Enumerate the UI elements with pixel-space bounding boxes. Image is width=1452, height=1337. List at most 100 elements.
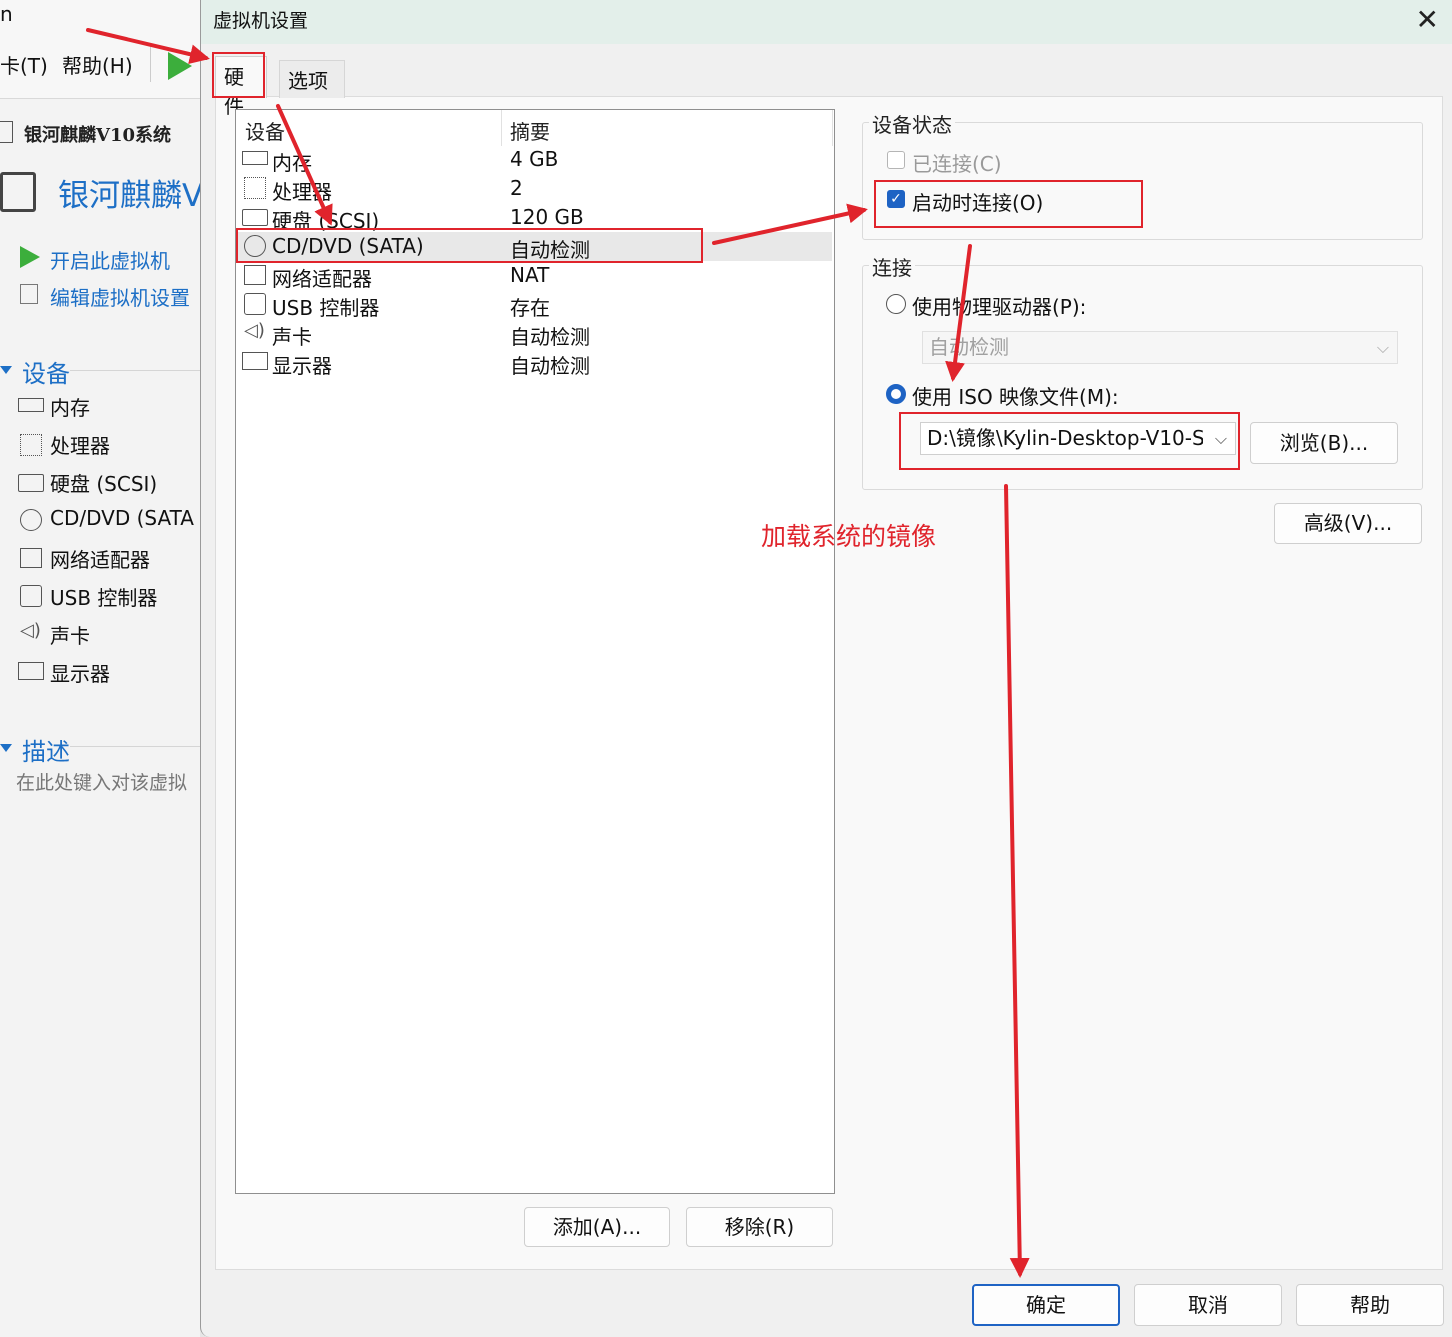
connected-label[interactable]: 已连接(C) (912, 148, 1002, 177)
device-row-sound[interactable]: ◁) 声卡 自动检测 (238, 319, 832, 349)
menu-item-help[interactable]: 帮助(H) (62, 50, 133, 79)
display-icon (18, 662, 44, 680)
device-summary: 自动检测 (510, 325, 590, 349)
vm-title: 银河麒麟V (58, 178, 200, 214)
device-summary: 自动检测 (510, 354, 590, 378)
device-summary: 120 GB (510, 205, 584, 229)
chevron-down-icon: ⌵ (1376, 338, 1389, 357)
network-adapter-icon (20, 548, 42, 568)
divider (70, 370, 200, 371)
network-adapter-icon (244, 265, 266, 285)
connect-at-power-on-label[interactable]: 启动时连接(O) (912, 187, 1043, 216)
harddisk-icon (242, 209, 268, 226)
start-vm-link[interactable]: 开启此虚拟机 (50, 245, 170, 274)
sound-card-icon: ◁) (20, 620, 41, 641)
device-row-network[interactable]: 网络适配器 NAT (238, 261, 832, 291)
memory-icon (18, 398, 44, 412)
usb-icon (244, 293, 266, 315)
annotation-text: 加载系统的镜像 (761, 522, 937, 551)
device-name: USB 控制器 (272, 296, 380, 320)
iso-image-radio[interactable] (886, 384, 906, 404)
device-row-processor[interactable]: 处理器 2 (238, 174, 832, 204)
sidebar-item-display[interactable]: 显示器 (50, 658, 110, 687)
sidebar-item-sound[interactable]: 声卡 (50, 620, 90, 649)
device-name: 硬盘 (SCSI) (272, 209, 380, 233)
physical-drive-radio[interactable] (886, 294, 906, 314)
toolbar-divider (150, 46, 151, 82)
device-summary: 自动检测 (510, 238, 590, 262)
device-summary: 4 GB (510, 147, 559, 171)
harddisk-icon (18, 474, 44, 492)
tab-hardware[interactable]: 硬件 (215, 56, 267, 118)
connect-at-power-on-checkbox[interactable]: ✓ (887, 190, 905, 208)
iso-path-combobox[interactable]: D:\镜像\Kylin-Desktop-V10-SP ⌵ (920, 422, 1236, 455)
sidebar-item-usb[interactable]: USB 控制器 (50, 582, 157, 611)
device-name: 显示器 (272, 354, 332, 378)
device-summary: 2 (510, 176, 523, 200)
device-row-cd-dvd[interactable]: CD/DVD (SATA) 自动检测 (238, 232, 832, 262)
iso-path-value[interactable]: D:\镜像\Kylin-Desktop-V10-SP (927, 423, 1203, 454)
column-header-device[interactable]: 设备 (245, 116, 285, 145)
description-placeholder[interactable]: 在此处键入对该虚拟 (16, 768, 187, 795)
start-vm-icon[interactable] (20, 246, 40, 268)
connected-checkbox[interactable] (887, 151, 905, 169)
help-button[interactable]: 帮助 (1296, 1284, 1444, 1326)
iso-image-label[interactable]: 使用 ISO 映像文件(M): (912, 381, 1119, 410)
menu-item-tabs[interactable]: 卡(T) (0, 50, 48, 79)
browse-button[interactable]: 浏览(B)... (1250, 422, 1398, 464)
device-summary: NAT (510, 263, 550, 287)
column-header-summary[interactable]: 摘要 (510, 116, 550, 145)
vm-tab-title[interactable]: 银河麒麟V10系统 (24, 121, 171, 147)
sidebar-item-network[interactable]: 网络适配器 (50, 544, 150, 573)
vm-settings-dialog: 虚拟机设置 ✕ 硬件 选项 设备 摘要 内存 4 GB 处理器 2 硬盘 (SC… (200, 0, 1452, 1337)
vm-large-icon (0, 172, 36, 212)
vm-tab-icon (0, 121, 13, 143)
device-row-display[interactable]: 显示器 自动检测 (238, 348, 832, 378)
sidebar-item-memory[interactable]: 内存 (50, 392, 90, 421)
device-row-memory[interactable]: 内存 4 GB (238, 145, 832, 175)
devices-collapse-icon[interactable] (0, 366, 12, 374)
edit-settings-link[interactable]: 编辑虚拟机设置 (50, 282, 190, 311)
sidebar-item-processor[interactable]: 处理器 (50, 430, 110, 459)
dialog-titlebar[interactable]: 虚拟机设置 ✕ (201, 0, 1452, 44)
close-icon[interactable]: ✕ (1416, 4, 1439, 36)
physical-drive-label[interactable]: 使用物理驱动器(P): (912, 291, 1086, 320)
processor-icon (20, 434, 42, 456)
add-device-button[interactable]: 添加(A)... (524, 1207, 670, 1247)
device-status-title: 设备状态 (869, 109, 955, 138)
remove-device-button[interactable]: 移除(R) (686, 1207, 833, 1247)
column-divider (832, 110, 833, 146)
device-name: 网络适配器 (272, 267, 372, 291)
sound-card-icon: ◁) (244, 320, 265, 341)
sidebar-item-cd-dvd[interactable]: CD/DVD (SATA (50, 506, 194, 530)
sidebar-item-harddisk[interactable]: 硬盘 (SCSI) (50, 468, 157, 497)
device-name: 处理器 (272, 180, 332, 204)
display-icon (242, 352, 268, 370)
description-collapse-icon[interactable] (0, 744, 12, 752)
device-row-harddisk[interactable]: 硬盘 (SCSI) 120 GB (238, 203, 832, 233)
ok-button[interactable]: 确定 (972, 1284, 1120, 1326)
cd-dvd-icon (244, 235, 266, 257)
edit-settings-icon[interactable] (20, 284, 38, 304)
device-name: 内存 (272, 151, 312, 175)
connection-title: 连接 (869, 252, 915, 281)
cd-dvd-icon (20, 509, 42, 531)
power-on-icon[interactable] (168, 52, 192, 80)
tab-options[interactable]: 选项 (279, 60, 345, 98)
divider (70, 746, 200, 747)
advanced-button[interactable]: 高级(V)... (1274, 503, 1422, 544)
chevron-down-icon[interactable]: ⌵ (1215, 423, 1227, 454)
device-name: CD/DVD (SATA) (272, 234, 424, 258)
device-status-group (862, 122, 1423, 240)
device-name: 声卡 (272, 325, 312, 349)
memory-icon (242, 151, 268, 165)
devices-heading[interactable]: 设备 (22, 354, 70, 389)
menu-item-partial[interactable]: n (0, 2, 13, 26)
description-heading[interactable]: 描述 (22, 732, 70, 767)
device-list: 设备 摘要 内存 4 GB 处理器 2 硬盘 (SCSI) 120 GB CD/… (235, 109, 835, 1194)
cancel-button[interactable]: 取消 (1134, 1284, 1282, 1326)
physical-drive-select: 自动检测 ⌵ (922, 331, 1398, 364)
physical-drive-value: 自动检测 (929, 335, 1009, 359)
device-row-usb[interactable]: USB 控制器 存在 (238, 290, 832, 320)
usb-icon (20, 585, 42, 607)
